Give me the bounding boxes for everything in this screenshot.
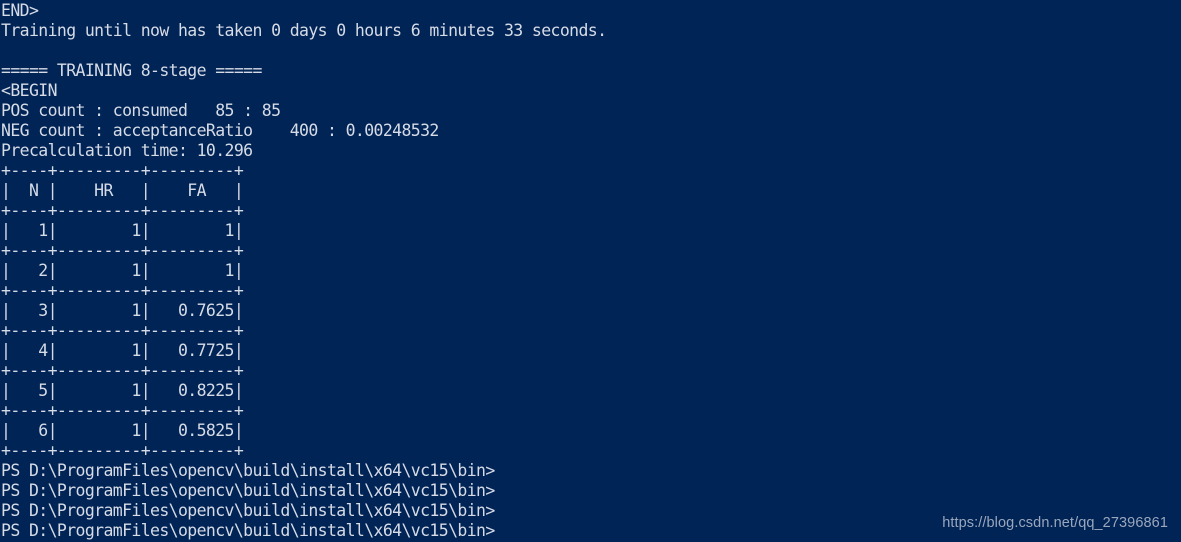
table-header-row: | N | HR | FA | xyxy=(1,181,244,200)
table-row: | 5| 1| 0.8225| xyxy=(1,381,244,400)
table-separator-bottom: +----+---------+---------+ xyxy=(1,441,244,460)
console-line-stage-header: ===== TRAINING 8-stage ===== xyxy=(1,61,262,80)
console-line-pos-count: POS count : consumed 85 : 85 xyxy=(1,101,281,120)
table-row: | 6| 1| 0.5825| xyxy=(1,421,244,440)
table-separator: +----+---------+---------+ xyxy=(1,201,244,220)
table-row: | 1| 1| 1| xyxy=(1,221,244,240)
table-row: | 4| 1| 0.7725| xyxy=(1,341,244,360)
table-separator-top: +----+---------+---------+ xyxy=(1,161,244,180)
console-line-precalculation-time: Precalculation time: 10.296 xyxy=(1,141,253,160)
console-line-training-elapsed: Training until now has taken 0 days 0 ho… xyxy=(1,21,607,40)
table-row: | 2| 1| 1| xyxy=(1,261,244,280)
powershell-console[interactable]: END> Training until now has taken 0 days… xyxy=(0,0,1181,542)
prompt-line[interactable]: PS D:\ProgramFiles\opencv\build\install\… xyxy=(0,461,1181,481)
watermark-url: https://blog.csdn.net/qq_27396861 xyxy=(942,515,1168,531)
table-separator: +----+---------+---------+ xyxy=(1,401,244,420)
console-line-end-marker: END> xyxy=(1,1,39,20)
table-separator: +----+---------+---------+ xyxy=(1,361,244,380)
table-row: | 3| 1| 0.7625| xyxy=(1,301,244,320)
prompt-line[interactable]: PS D:\ProgramFiles\opencv\build\install\… xyxy=(0,481,1181,501)
table-separator: +----+---------+---------+ xyxy=(1,321,244,340)
table-separator: +----+---------+---------+ xyxy=(1,241,244,260)
console-line-neg-count: NEG count : acceptanceRatio 400 : 0.0024… xyxy=(1,121,439,140)
table-separator: +----+---------+---------+ xyxy=(1,281,244,300)
console-line-begin-marker: <BEGIN xyxy=(1,81,58,100)
